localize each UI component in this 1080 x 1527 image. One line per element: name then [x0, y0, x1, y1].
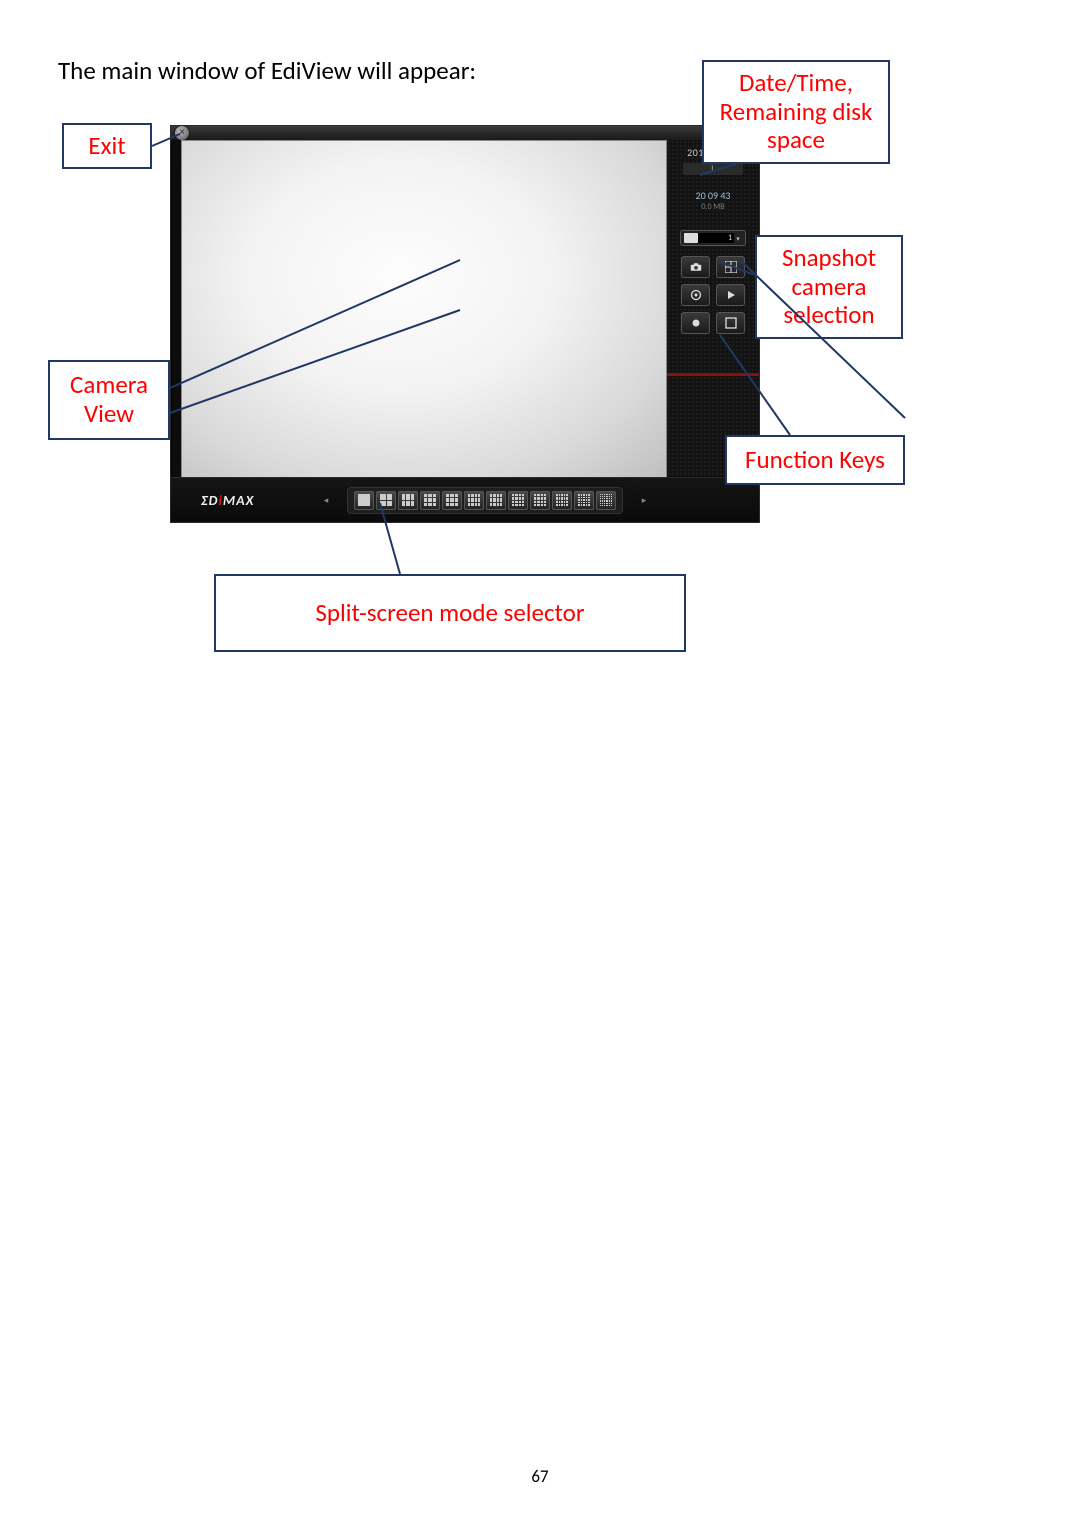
time-text: 20 09 43: [673, 189, 753, 202]
chevron-down-icon: ▾: [734, 234, 742, 243]
brand-logo: ΣDiMAX: [171, 492, 321, 509]
split-mode-button[interactable]: [574, 491, 594, 510]
camera-select-dropdown[interactable]: 1 ▾: [680, 230, 746, 246]
camera-icon: [684, 233, 698, 243]
expand-icon: [725, 317, 737, 329]
callout-datetime: Date/Time, Remaining disk space: [702, 60, 890, 164]
split-mode-button[interactable]: [530, 491, 550, 510]
callout-camera-view: Camera View: [48, 360, 170, 440]
split-mode-button[interactable]: [552, 491, 572, 510]
split-mode-button[interactable]: [486, 491, 506, 510]
bottom-toolbar: ΣDiMAX ◂ ▸: [171, 477, 759, 522]
callout-exit: Exit: [62, 123, 152, 169]
split-screen-selector: [347, 487, 623, 514]
accent-divider: [667, 373, 759, 376]
callout-function-keys: Function Keys: [725, 435, 905, 485]
scroll-left-icon[interactable]: ◂: [321, 495, 331, 506]
camera-icon: [690, 261, 702, 273]
camera-select-value: 1: [698, 233, 734, 243]
ediview-main-window: 2011 07/14 L 20 09 43 0.0 MB 1 ▾: [170, 125, 760, 523]
side-panel: 2011 07/14 L 20 09 43 0.0 MB 1 ▾: [667, 140, 759, 476]
settings-button[interactable]: [681, 284, 710, 306]
split-mode-button[interactable]: [398, 491, 418, 510]
play-button[interactable]: [716, 284, 745, 306]
split-mode-button[interactable]: [596, 491, 616, 510]
split-mode-button[interactable]: [354, 491, 374, 510]
close-icon[interactable]: [175, 126, 189, 140]
camera-view-canvas[interactable]: [181, 140, 667, 478]
document-page: The main window of EdiView will appear: …: [0, 0, 1080, 1527]
callout-snapshot: Snapshot camera selection: [755, 235, 903, 339]
expand-button[interactable]: [716, 312, 745, 334]
split-mode-button[interactable]: [442, 491, 462, 510]
panel-tab[interactable]: L: [683, 163, 743, 175]
split-mode-button[interactable]: [420, 491, 440, 510]
scroll-right-icon[interactable]: ▸: [639, 495, 649, 506]
record-button[interactable]: [681, 312, 710, 334]
titlebar: [171, 126, 759, 140]
split-mode-button[interactable]: [464, 491, 484, 510]
snapshot-button[interactable]: [681, 256, 710, 278]
layout-icon: [725, 261, 737, 273]
page-number: 67: [531, 1466, 548, 1487]
date-block: 2011 07/14 L 20 09 43 0.0 MB 1 ▾: [673, 146, 753, 334]
function-keys-grid: [681, 256, 745, 334]
play-icon: [725, 289, 737, 301]
split-mode-button[interactable]: [376, 491, 396, 510]
gear-icon: [690, 289, 702, 301]
split-mode-button[interactable]: [508, 491, 528, 510]
disk-space-text: 0.0 MB: [673, 202, 753, 212]
intro-text: The main window of EdiView will appear:: [58, 55, 476, 86]
layout-button[interactable]: [716, 256, 745, 278]
record-icon: [690, 317, 702, 329]
callout-split-selector: Split-screen mode selector: [214, 574, 686, 652]
